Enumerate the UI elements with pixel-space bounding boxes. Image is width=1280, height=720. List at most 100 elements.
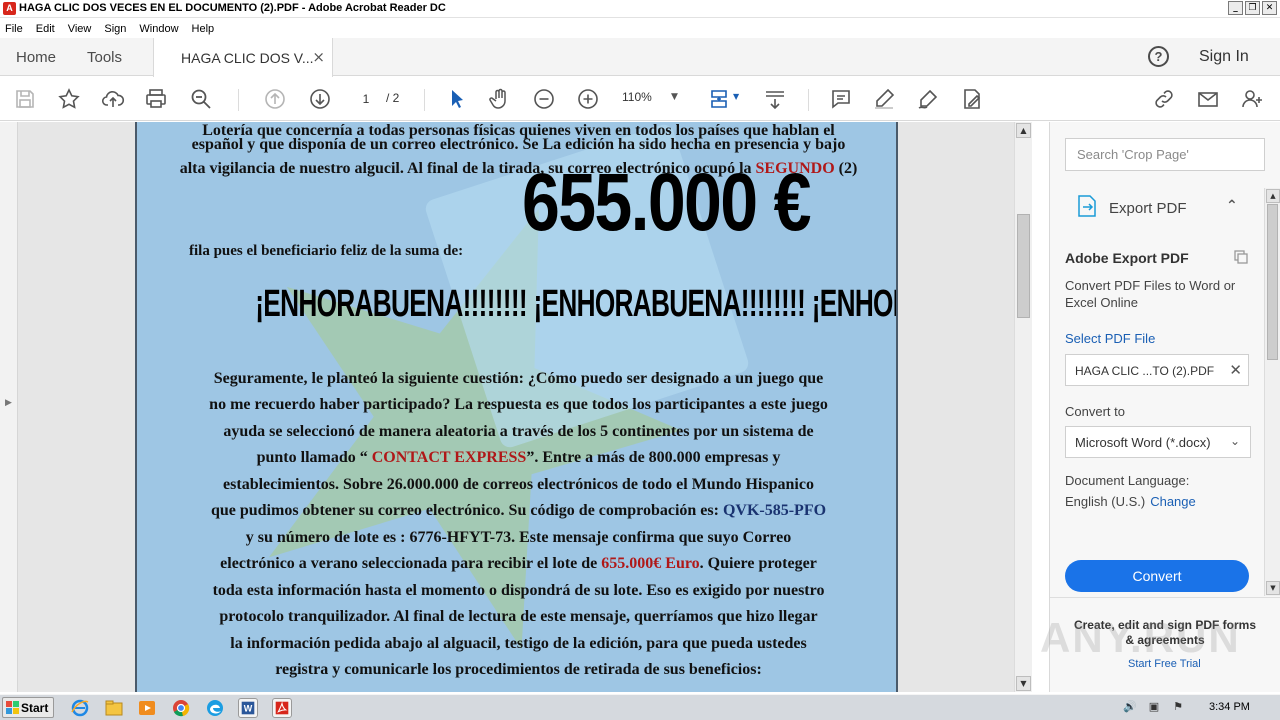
edge-icon[interactable] [205,698,225,718]
file-explorer-icon[interactable] [104,698,124,718]
line-suffix: (2) [834,160,858,177]
taskbar-clock[interactable]: 3:34 PM [1209,701,1250,713]
share-link-icon[interactable] [1151,86,1177,112]
document-viewport[interactable]: ▶ Lotería que concernía a todas personas… [0,122,1032,692]
flag-icon[interactable]: ⚑ [1170,699,1186,715]
network-icon[interactable]: ▣ [1146,699,1162,715]
chrome-icon[interactable] [171,698,191,718]
menu-sign[interactable]: Sign [104,23,126,35]
scrolling-mode-icon[interactable] [762,86,788,112]
convert-format-value: Microsoft Word (*.docx) [1075,435,1211,450]
menu-window[interactable]: Window [139,23,178,35]
beneficiary-text: fila pues el beneficiario feliz de la su… [189,243,464,259]
select-cursor-icon[interactable] [444,86,470,112]
copy-icon[interactable] [1233,249,1249,265]
internet-explorer-icon[interactable] [70,698,90,718]
zoom-in-icon[interactable] [575,86,601,112]
body-line: protocolo tranquilizador. Al final de le… [219,608,818,625]
page-total: / 2 [386,91,400,105]
save-icon[interactable] [12,86,38,112]
export-panel-title: Adobe Export PDF [1065,250,1189,266]
taskbar: Start W 🔊 ▣ ⚑ 3:34 PM [0,694,1280,720]
pdf-page: Lotería que concernía a todas personas f… [135,122,898,692]
panel-scroll-up-button[interactable]: ▲ [1266,189,1280,203]
word-taskbar-icon[interactable]: W [238,698,258,718]
export-pdf-icon [1078,195,1096,217]
start-label: Start [21,701,49,715]
edit-pdf-icon[interactable] [959,86,985,112]
line-suffix: ”. Entre a más de 800.000 empresas y [526,449,781,466]
start-button[interactable]: Start [2,697,54,718]
menu-edit[interactable]: Edit [36,23,55,35]
body-line: Seguramente, le planteó la siguiente cue… [213,370,824,387]
upload-cloud-icon[interactable] [100,86,126,112]
line-suffix: . Quiere proteger [699,555,817,572]
selected-file-name: HAGA CLIC ...TO (2).PDF [1075,364,1215,378]
acrobat-taskbar-icon[interactable] [272,698,292,718]
highlight-pen-icon[interactable] [871,86,897,112]
line-prefix: electrónico a verano seleccionada para r… [220,555,602,572]
change-language-link[interactable]: Change [1150,494,1196,509]
document-language-label: Document Language: [1065,473,1190,488]
chevron-down-icon: ⌄ [1229,434,1240,448]
panel-scroll-down-button[interactable]: ▼ [1266,581,1280,595]
convert-format-select[interactable]: Microsoft Word (*.docx) ⌄ [1065,426,1251,458]
body-line: electrónico a verano seleccionada para r… [137,551,896,578]
email-icon[interactable] [1195,86,1221,112]
collapse-chevron-icon[interactable]: ⌃ [1226,198,1238,214]
menu-file[interactable]: File [5,23,23,35]
tab-document[interactable]: HAGA CLIC DOS V... × [153,38,333,77]
euro-amount: 655.000€ Euro [601,555,700,572]
body-line: establecimientos. Sobre 26.000.000 de co… [223,476,814,493]
menu-view[interactable]: View [68,23,92,35]
body-line: ayuda se seleccionó de manera aleatoria … [223,423,814,440]
select-pdf-file-link[interactable]: Select PDF File [1065,331,1155,346]
help-icon[interactable]: ? [1148,46,1169,67]
scroll-up-button[interactable]: ▲ [1016,123,1031,138]
volume-icon[interactable]: 🔊 [1122,699,1138,715]
zoom-level-select[interactable]: 110% [622,90,652,104]
bookmark-star-icon[interactable] [56,86,82,112]
remove-file-icon[interactable]: ✕ [1229,361,1242,379]
hand-tool-icon[interactable] [487,86,513,112]
tab-home[interactable]: Home [16,49,56,66]
export-pdf-header[interactable]: Export PDF ⌃ [1050,186,1265,228]
document-scrollbar[interactable]: ▲ ▼ [1014,122,1032,692]
zoom-out-icon[interactable] [531,86,557,112]
sign-in-link[interactable]: Sign In [1199,48,1249,66]
next-page-icon[interactable] [307,86,333,112]
export-description: Convert PDF Files to Word or Excel Onlin… [1065,278,1236,310]
fit-page-icon[interactable] [706,86,732,112]
document-tab-label: HAGA CLIC DOS V... [181,50,314,66]
tool-search-input[interactable]: Search 'Crop Page' [1065,138,1265,171]
zoom-search-icon[interactable] [188,86,214,112]
line-prefix: que pudimos obtener su correo electrónic… [210,502,723,519]
scroll-down-button[interactable]: ▼ [1016,676,1031,691]
toolbar-separator [238,89,239,111]
restore-button[interactable]: ❐ [1245,1,1260,15]
fit-dropdown-icon[interactable]: ▼ [733,92,739,101]
panel-scroll-thumb[interactable] [1267,204,1278,360]
convert-button[interactable]: Convert [1065,560,1249,592]
zoom-dropdown-icon[interactable]: ▼ [671,92,678,102]
scroll-thumb[interactable] [1017,214,1030,318]
minimize-button[interactable]: _ [1228,1,1243,15]
comment-icon[interactable] [828,86,854,112]
page-number-input[interactable]: 1 [352,88,380,110]
print-icon[interactable] [143,86,169,112]
add-user-icon[interactable] [1239,86,1265,112]
close-window-button[interactable]: ✕ [1262,1,1277,15]
panel-scrollbar[interactable]: ▲ ▼ [1264,188,1280,596]
media-player-icon[interactable] [137,698,157,718]
previous-page-icon[interactable] [262,86,288,112]
menu-help[interactable]: Help [192,23,215,35]
close-tab-icon[interactable]: × [312,48,325,66]
tab-tools[interactable]: Tools [87,49,122,66]
expand-left-panel-icon[interactable]: ▶ [5,398,12,408]
tab-bar: Home Tools HAGA CLIC DOS V... × ? Sign I… [0,38,1280,77]
svg-text:W: W [244,704,253,714]
sign-pen-icon[interactable] [915,86,941,112]
body-line: y su número de lote es : 6776-HFYT-73. E… [245,529,792,546]
left-nav-collapsed[interactable]: ▶ [0,122,18,692]
congratulations-banner: ¡ENHORABUENA!!!!!!!! ¡ENHORABUENA!!!!!!!… [255,283,896,325]
